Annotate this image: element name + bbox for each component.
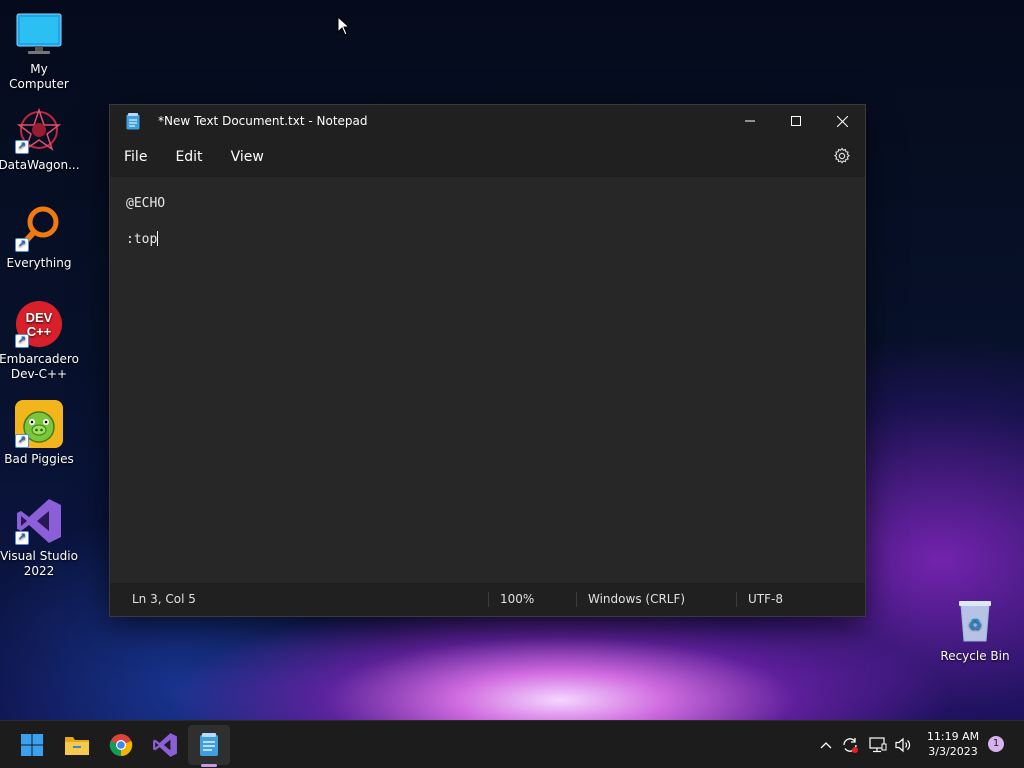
tray-sync-button[interactable] (836, 729, 864, 761)
notification-badge[interactable]: 1 (988, 736, 1004, 752)
shortcut-arrow-icon: ↗ (15, 238, 29, 252)
taskbar-file-explorer[interactable] (61, 729, 93, 761)
window-title: *New Text Document.txt - Notepad (158, 114, 368, 128)
svg-text:DEV: DEV (26, 310, 53, 325)
minimize-icon (745, 120, 755, 122)
status-zoom: 100% (500, 592, 535, 606)
desktop-icon-label: Visual Studio 2022 (0, 549, 78, 578)
desktop-icon-recycle-bin[interactable]: ♻ Recycle Bin (936, 597, 1014, 664)
close-button[interactable] (819, 105, 865, 137)
text-caret (157, 231, 159, 246)
notepad-icon (200, 733, 218, 756)
menu-view[interactable]: View (217, 141, 278, 173)
taskbar-clock[interactable]: 11:19 AM 3/3/2023 (920, 729, 986, 759)
desktop-icon-label: Everything (6, 256, 72, 270)
shortcut-arrow-icon: ↗ (15, 434, 29, 448)
maximize-icon (791, 116, 801, 126)
minimize-button[interactable] (727, 105, 773, 137)
desktop-icon-my-computer[interactable]: My Computer (0, 10, 78, 92)
maximize-button[interactable] (773, 105, 819, 137)
sync-icon (843, 738, 858, 753)
editor-line-1: @ECHO (126, 196, 166, 211)
shortcut-arrow-icon: ↗ (15, 140, 29, 154)
chrome-icon (109, 734, 133, 757)
tray-network-button[interactable] (864, 729, 892, 761)
text-editor[interactable]: @ECHO :top (110, 177, 865, 583)
desktop-icon-label: Bad Piggies (4, 452, 74, 466)
status-line-ending: Windows (CRLF) (588, 592, 686, 606)
desktop-icon-label: My Computer (9, 62, 69, 91)
desktop-icon-label: DataWagon... (0, 158, 80, 172)
datawagon-icon: ↗ (15, 106, 63, 154)
monitor-icon (15, 10, 63, 58)
start-button[interactable] (16, 729, 48, 761)
taskbar-chrome[interactable] (105, 729, 137, 761)
svg-text:C++: C++ (27, 324, 52, 339)
menu-edit[interactable]: Edit (161, 141, 216, 173)
devcpp-icon: DEV C++ ↗ (15, 300, 63, 348)
recycle-bin-icon: ♻ (951, 597, 999, 645)
bad-piggies-icon: ↗ (15, 400, 63, 448)
gear-icon (833, 147, 851, 164)
clock-time: 11:19 AM (926, 730, 980, 743)
taskbar-notepad[interactable] (193, 729, 225, 761)
taskbar-visual-studio[interactable] (149, 729, 181, 761)
editor-line-3-text: :top (126, 232, 158, 247)
menu-file[interactable]: File (110, 141, 161, 173)
desktop-icon-datawagon[interactable]: ↗ DataWagon... (0, 106, 80, 173)
desktop-icon-label: Embarcadero Dev-C++ (0, 352, 79, 381)
file-explorer-icon (65, 737, 89, 755)
active-app-indicator (201, 764, 217, 767)
magnifier-icon: ↗ (15, 204, 63, 252)
mouse-cursor-icon (337, 15, 351, 40)
status-cursor-position: Ln 3, Col 5 (132, 592, 196, 606)
close-icon (836, 115, 848, 127)
shortcut-arrow-icon: ↗ (15, 334, 29, 348)
desktop-icon-devcpp[interactable]: DEV C++ ↗ Embarcadero Dev-C++ (0, 300, 79, 382)
settings-button[interactable] (833, 147, 851, 165)
desktop-icon-visual-studio[interactable]: ↗ Visual Studio 2022 (0, 497, 78, 579)
notepad-window: *New Text Document.txt - Notepad File Ed… (109, 104, 866, 617)
title-bar[interactable]: *New Text Document.txt - Notepad (110, 105, 865, 137)
tray-volume-button[interactable] (889, 729, 917, 761)
notepad-icon (126, 112, 140, 130)
status-bar: Ln 3, Col 5 100% Windows (CRLF) UTF-8 (110, 583, 865, 616)
taskbar: 11:19 AM 3/3/2023 (0, 720, 1024, 768)
menu-bar: File Edit View (110, 137, 865, 177)
desktop-icon-everything[interactable]: ↗ Everything (0, 204, 78, 271)
shortcut-arrow-icon: ↗ (15, 531, 29, 545)
status-encoding: UTF-8 (748, 592, 783, 606)
network-icon (869, 737, 887, 753)
start-icon (21, 734, 43, 756)
editor-line-2 (126, 213, 849, 231)
visual-studio-icon: ↗ (15, 497, 63, 545)
desktop-icon-bad-piggies[interactable]: ↗ Bad Piggies (0, 400, 78, 467)
visual-studio-icon (153, 733, 177, 757)
editor-line-3: :top (126, 231, 849, 249)
clock-date: 3/3/2023 (928, 745, 978, 758)
chevron-up-icon (820, 742, 832, 749)
volume-icon (895, 737, 911, 753)
desktop-icon-label: Recycle Bin (940, 649, 1010, 663)
svg-text:♻: ♻ (968, 615, 982, 634)
